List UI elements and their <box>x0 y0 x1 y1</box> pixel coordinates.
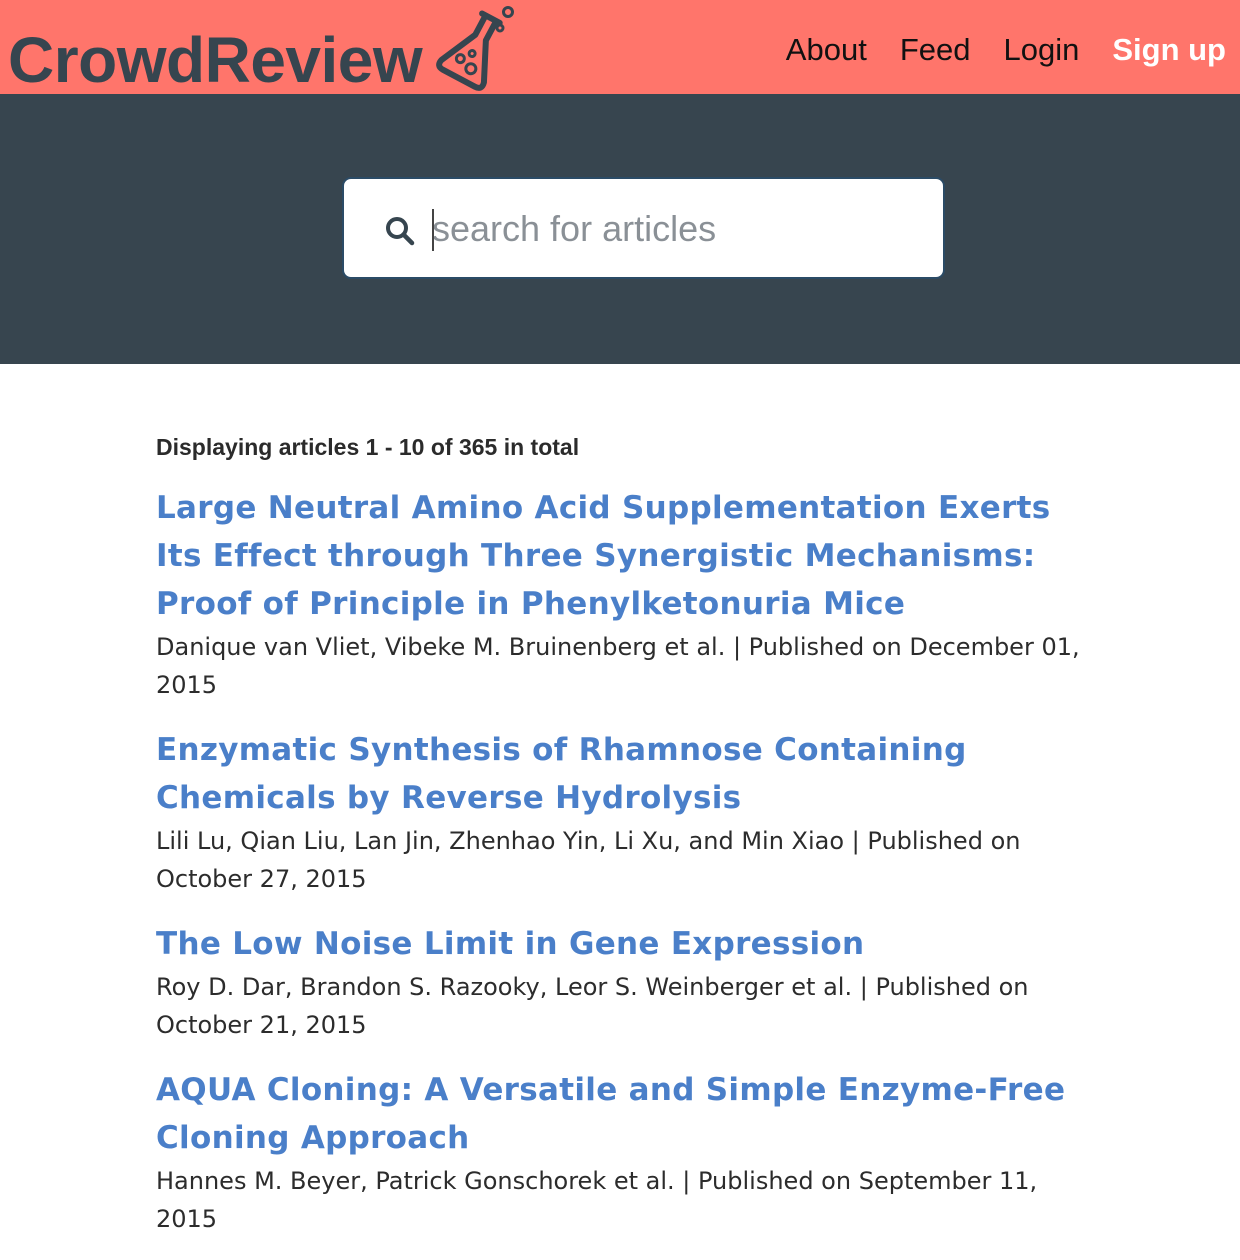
nav-about-link[interactable]: About <box>786 32 867 68</box>
search-icon <box>386 217 415 246</box>
text-caret <box>432 209 434 251</box>
results-section: Displaying articles 1 - 10 of 365 in tot… <box>156 428 1096 1260</box>
brand-logo[interactable]: CrowdReview <box>8 24 423 96</box>
article-title-link[interactable]: Enzymatic Synthesis of Rhamnose Containi… <box>156 726 1096 822</box>
article-item: Large Neutral Amino Acid Supplementation… <box>156 484 1096 704</box>
hero-banner <box>0 94 1240 364</box>
article-meta: Hannes M. Beyer, Patrick Gonschorek et a… <box>156 1167 1038 1233</box>
article-item: AQUA Cloning: A Versatile and Simple Enz… <box>156 1066 1096 1238</box>
nav-feed-link[interactable]: Feed <box>900 32 971 68</box>
article-item: Enzymatic Synthesis of Rhamnose Containi… <box>156 726 1096 898</box>
article-item: The Low Noise Limit in Gene Expression R… <box>156 920 1096 1044</box>
search-input[interactable] <box>432 199 922 259</box>
nav-login-link[interactable]: Login <box>1003 32 1079 68</box>
article-meta: Lili Lu, Qian Liu, Lan Jin, Zhenhao Yin,… <box>156 827 1021 893</box>
article-title-link[interactable]: Large Neutral Amino Acid Supplementation… <box>156 484 1096 628</box>
results-summary: Displaying articles 1 - 10 of 365 in tot… <box>156 434 580 460</box>
flask-icon <box>436 6 514 91</box>
nav-links: About Feed Login Sign up <box>753 28 1226 72</box>
navbar: CrowdReview About Feed Login Sign up <box>0 0 1240 96</box>
article-title-link[interactable]: AQUA Cloning: A Versatile and Simple Enz… <box>156 1066 1096 1162</box>
article-meta: Danique van Vliet, Vibeke M. Bruinenberg… <box>156 633 1080 699</box>
article-title-link[interactable]: The Low Noise Limit in Gene Expression <box>156 920 1096 968</box>
nav-signup-link[interactable]: Sign up <box>1112 32 1226 68</box>
article-meta: Roy D. Dar, Brandon S. Razooky, Leor S. … <box>156 973 1029 1039</box>
search-box[interactable] <box>342 177 945 279</box>
